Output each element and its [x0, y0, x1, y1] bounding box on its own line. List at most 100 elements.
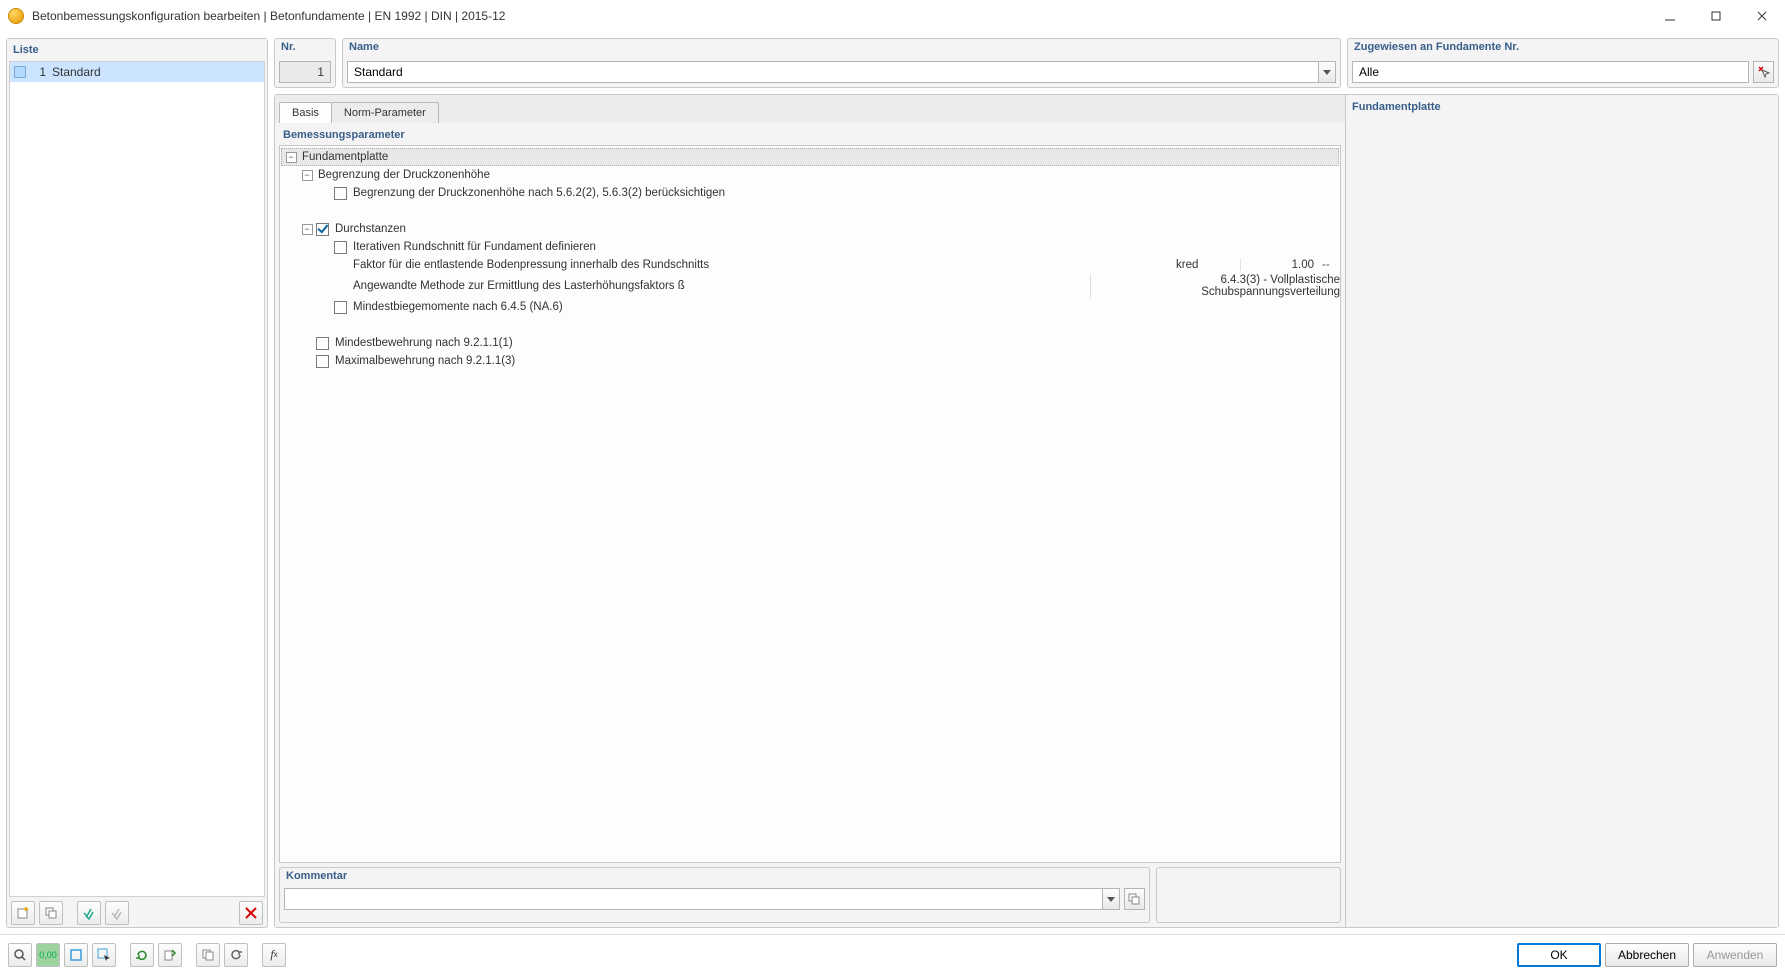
name-combo[interactable] [347, 61, 1336, 83]
assigned-input[interactable] [1352, 61, 1749, 83]
checkbox-iter[interactable] [334, 241, 347, 254]
list-color-swatch [14, 66, 26, 78]
tree-value[interactable]: 1.00 [1240, 259, 1320, 271]
maximize-button[interactable] [1693, 0, 1739, 32]
app-icon [8, 8, 24, 24]
refresh-button[interactable] [130, 943, 154, 967]
list-item-name: Standard [52, 65, 101, 79]
comment-panel: Kommentar [279, 867, 1150, 923]
minimize-button[interactable] [1647, 0, 1693, 32]
collapse-icon[interactable]: − [302, 170, 313, 181]
checkbox-mindestbiege[interactable] [334, 301, 347, 314]
check-all-button[interactable] [77, 901, 101, 925]
tree-item-label: Maximalbewehrung nach 9.2.1.1(3) [333, 354, 1340, 368]
list-item[interactable]: 1 Standard [10, 62, 264, 82]
window-title: Betonbemessungskonfiguration bearbeiten … [32, 9, 1647, 23]
tabs-left: Basis Norm-Parameter Bemessungsparameter… [275, 95, 1346, 927]
export-button[interactable] [158, 943, 182, 967]
comment-dropdown[interactable] [1102, 888, 1120, 910]
assigned-cell: Zugewiesen an Fundamente Nr. [1347, 38, 1779, 88]
tree-item-iter[interactable]: Iterativen Rundschnitt für Fundament def… [280, 238, 1340, 256]
section-title: Bemessungsparameter [279, 127, 1341, 145]
tree-root-label: Fundamentplatte [300, 150, 1338, 164]
nr-input[interactable] [279, 61, 331, 83]
list-header: Liste [7, 39, 267, 61]
header-row: Nr. Name Zugewiesen an Fundamente Nr. [274, 38, 1779, 88]
function-button[interactable]: fx [262, 943, 286, 967]
tree-group-druck[interactable]: − Begrenzung der Druckzonenhöhe [280, 166, 1340, 184]
select-button[interactable] [92, 943, 116, 967]
name-dropdown[interactable] [1318, 61, 1336, 83]
tab-strip: Basis Norm-Parameter [275, 95, 1345, 123]
assigned-label: Zugewiesen an Fundamente Nr. [1348, 39, 1778, 59]
checkbox-druck[interactable] [334, 187, 347, 200]
bottom-bar: 0,00 fx OK Abbrechen Anwenden [0, 934, 1785, 974]
tree-item-maxbew[interactable]: Maximalbewehrung nach 9.2.1.1(3) [280, 352, 1340, 370]
titlebar: Betonbemessungskonfiguration bearbeiten … [0, 0, 1785, 32]
tab-body: Bemessungsparameter − Fundamentplatte − … [275, 123, 1345, 927]
checkbox-durchstanzen[interactable] [316, 223, 329, 236]
window-controls [1647, 0, 1785, 32]
tree-item-mindestbiege[interactable]: Mindestbiegemomente nach 6.4.5 (NA.6) [280, 298, 1340, 316]
cancel-button[interactable]: Abbrechen [1605, 943, 1689, 967]
info-panel: Fundamentplatte [1346, 95, 1778, 927]
info-title: Fundamentplatte [1352, 101, 1772, 113]
tree-item-faktor[interactable]: Faktor für die entlastende Bodenpressung… [280, 256, 1340, 274]
tree-unit: -- [1320, 259, 1340, 271]
delete-item-button[interactable] [239, 901, 263, 925]
comment-row: Kommentar [279, 867, 1341, 923]
name-input[interactable] [347, 61, 1318, 83]
list-toolbar [7, 899, 267, 927]
reset-button[interactable] [224, 943, 248, 967]
copy-config-button[interactable] [196, 943, 220, 967]
checkbox-mindestbew[interactable] [316, 337, 329, 350]
list-panel: Liste 1 Standard [6, 38, 268, 928]
units-button[interactable]: 0,00 [36, 943, 60, 967]
tree-item-methode[interactable]: Angewandte Methode zur Ermittlung des La… [280, 274, 1340, 298]
comment-label: Kommentar [280, 868, 1149, 886]
tree-symbol: kred [1172, 259, 1240, 271]
collapse-icon[interactable]: − [286, 152, 297, 163]
uncheck-all-button[interactable] [105, 901, 129, 925]
comment-combo[interactable] [284, 888, 1120, 910]
name-label: Name [343, 39, 1340, 59]
chevron-down-icon [1107, 897, 1115, 902]
chevron-down-icon [1323, 70, 1331, 75]
tab-basis[interactable]: Basis [279, 102, 332, 123]
close-button[interactable] [1739, 0, 1785, 32]
tree-group-label: Begrenzung der Druckzonenhöhe [316, 168, 1340, 182]
duplicate-item-button[interactable] [39, 901, 63, 925]
apply-button[interactable]: Anwenden [1693, 943, 1777, 967]
ok-button[interactable]: OK [1517, 943, 1601, 967]
list-item-number: 1 [32, 65, 46, 79]
tree-item-label: Angewandte Methode zur Ermittlung des La… [351, 279, 1022, 293]
nr-cell: Nr. [274, 38, 336, 88]
search-button[interactable] [8, 943, 32, 967]
tree-group-label: Durchstanzen [333, 222, 1340, 236]
collapse-icon[interactable]: − [302, 224, 313, 235]
tab-norm-parameter[interactable]: Norm-Parameter [331, 102, 439, 123]
tree-item-druck-check[interactable]: Begrenzung der Druckzonenhöhe nach 5.6.2… [280, 184, 1340, 202]
new-item-button[interactable] [11, 901, 35, 925]
checkbox-maxbew[interactable] [316, 355, 329, 368]
highlight-button[interactable] [64, 943, 88, 967]
name-cell: Name [342, 38, 1341, 88]
list-body[interactable]: 1 Standard [9, 61, 265, 897]
tree-item-mindestbew[interactable]: Mindestbewehrung nach 9.2.1.1(1) [280, 334, 1340, 352]
tree-group-durch[interactable]: − Durchstanzen [280, 220, 1340, 238]
tree-item-label: Mindestbewehrung nach 9.2.1.1(1) [333, 336, 1340, 350]
tree-root[interactable]: − Fundamentplatte [281, 148, 1339, 166]
right-content: Nr. Name Zugewiesen an Fundamente Nr. [274, 38, 1779, 928]
comment-library-button[interactable] [1124, 888, 1145, 910]
units-label: 0,00 [39, 950, 57, 960]
tree-value-text[interactable]: 6.4.3(3) - Vollplastische Schubspannungs… [1090, 274, 1340, 298]
pick-objects-button[interactable] [1753, 61, 1774, 83]
comment-input[interactable] [284, 888, 1102, 910]
comment-aux-panel [1156, 867, 1341, 923]
main-area: Liste 1 Standard [0, 32, 1785, 934]
tabs-panel: Basis Norm-Parameter Bemessungsparameter… [274, 94, 1779, 928]
tree-item-label: Begrenzung der Druckzonenhöhe nach 5.6.2… [351, 186, 1340, 200]
tree-item-label: Faktor für die entlastende Bodenpressung… [351, 258, 1172, 272]
tree-item-label: Mindestbiegemomente nach 6.4.5 (NA.6) [351, 300, 1340, 314]
param-tree[interactable]: − Fundamentplatte − Begrenzung der Druck… [279, 145, 1341, 863]
